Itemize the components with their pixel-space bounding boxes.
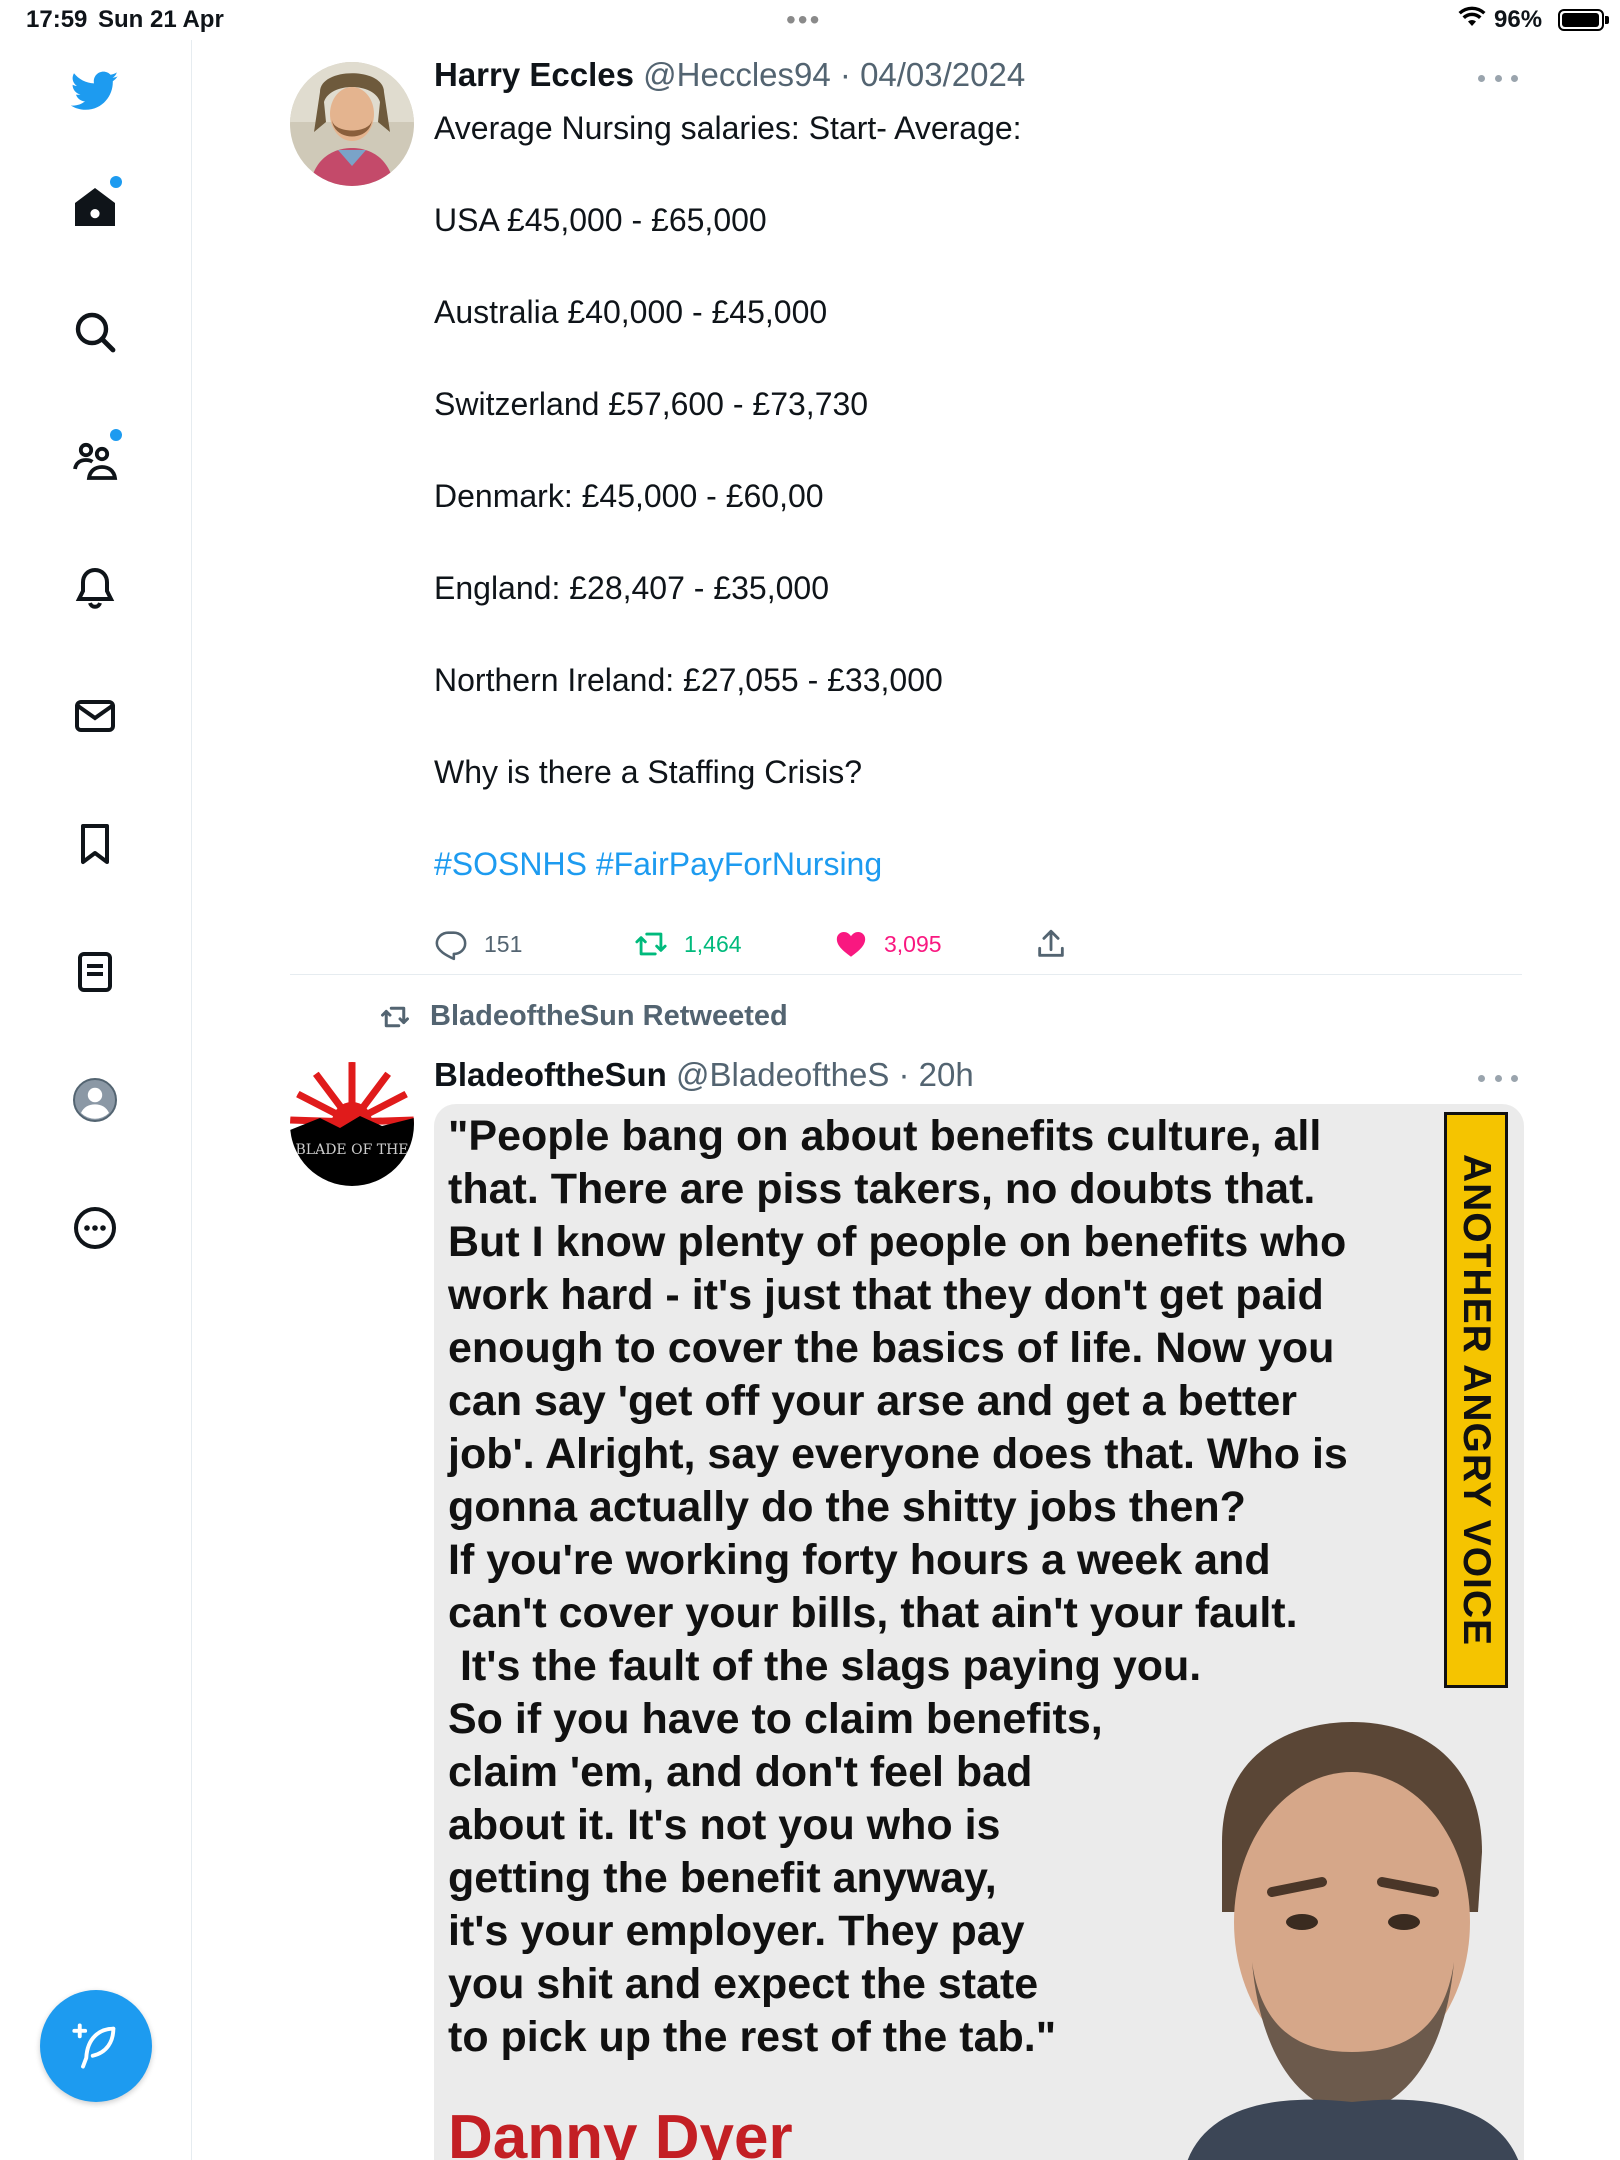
timeline: Harry Eccles @Heccles94 · 04/03/2024 Ave… — [192, 40, 1620, 2160]
home-notification-dot — [110, 176, 122, 188]
tweet-line: Denmark: £45,000 - £60,00 — [434, 478, 824, 514]
compose-tweet-button[interactable] — [40, 1990, 152, 2102]
status-time: 17:59 — [26, 6, 88, 33]
portrait-photo — [1187, 1722, 1519, 2160]
author-handle[interactable]: @Heccles94 — [643, 56, 831, 93]
status-bar: 17:59 Sun 21 Apr ••• 96% — [0, 0, 1620, 40]
avatar[interactable]: BLADE OF THE — [290, 1062, 414, 1186]
messages-icon[interactable] — [60, 681, 130, 751]
communities-notification-dot — [110, 429, 122, 441]
author-name[interactable]: Harry Eccles — [434, 56, 634, 93]
avatar[interactable] — [290, 62, 414, 186]
multitasking-dots-icon[interactable]: ••• — [786, 4, 821, 36]
tweet-line: Switzerland £57,600 - £73,730 — [434, 386, 869, 422]
battery-icon — [1558, 9, 1609, 31]
bookmarks-icon[interactable] — [60, 809, 130, 879]
tweet-image[interactable]: "People bang on about benefits culture, … — [434, 1104, 1524, 2160]
profile-icon[interactable] — [60, 1065, 130, 1135]
more-options-icon[interactable] — [1478, 1068, 1518, 1088]
tweet-line: England: £28,407 - £35,000 — [434, 570, 829, 606]
search-icon[interactable] — [60, 297, 130, 367]
author-name[interactable]: BladeoftheSun — [434, 1056, 667, 1093]
wifi-icon — [1458, 6, 1486, 35]
image-author-name: Danny Dyer — [448, 2103, 793, 2160]
more-options-icon[interactable] — [1478, 68, 1518, 88]
heart-icon — [836, 931, 866, 957]
share-icon — [1038, 929, 1064, 957]
reply-button[interactable]: 151 — [434, 924, 522, 964]
status-date: Sun 21 Apr — [98, 6, 224, 33]
tweet-text: Average Nursing salaries: Start- Average… — [434, 105, 1022, 933]
reply-icon — [435, 931, 467, 961]
like-count: 3,095 — [884, 930, 942, 957]
author-handle[interactable]: @BladeoftheS — [676, 1056, 889, 1093]
tweet-header: Harry Eccles @Heccles94 · 04/03/2024 — [434, 56, 1025, 94]
tweet-line: Northern Ireland: £27,055 - £33,000 — [434, 662, 943, 698]
retweeted-by-label: BladeoftheSun Retweeted — [430, 1000, 788, 1032]
sidebar — [0, 40, 192, 2160]
retweeted-by[interactable]: BladeoftheSun Retweeted — [376, 1000, 788, 1033]
retweet-button[interactable]: 1,464 — [634, 924, 742, 964]
tweet-line: Australia £40,000 - £45,000 — [434, 294, 828, 330]
lists-icon[interactable] — [60, 937, 130, 1007]
tweet-line: Average Nursing salaries: Start- Average… — [434, 110, 1022, 146]
tweet[interactable]: Harry Eccles @Heccles94 · 04/03/2024 Ave… — [290, 40, 1522, 1000]
hashtags-link[interactable]: #SOSNHS #FairPayForNursing — [434, 841, 1022, 887]
image-banner-text: ANOTHER ANGRY VOICE — [1455, 1153, 1499, 1647]
twitter-logo-icon[interactable] — [60, 56, 130, 126]
tweet-header: BladeoftheSun @BladeoftheS · 20h — [434, 1056, 974, 1094]
image-banner: ANOTHER ANGRY VOICE — [1444, 1112, 1508, 1688]
home-icon[interactable] — [60, 172, 130, 242]
reply-count: 151 — [484, 930, 523, 957]
tweet-actions: 151 1,464 3,095 — [434, 924, 1134, 964]
compose-icon — [72, 2023, 116, 2069]
tweet-line: USA £45,000 - £65,000 — [434, 202, 767, 238]
notifications-icon[interactable] — [60, 553, 130, 623]
tweet-line: Why is there a Staffing Crisis? — [434, 754, 863, 790]
communities-icon[interactable] — [60, 425, 130, 495]
tweet-time[interactable]: 20h — [919, 1056, 974, 1093]
separator-dot: · — [830, 56, 861, 93]
like-button[interactable]: 3,095 — [834, 924, 942, 964]
retweet-icon — [635, 932, 667, 956]
retweet-icon — [381, 1006, 409, 1027]
tweet-divider — [290, 974, 1522, 975]
separator-dot: · — [889, 1056, 919, 1093]
battery-percent: 96% — [1494, 6, 1543, 33]
retweet-count: 1,464 — [684, 930, 742, 957]
avatar-text: BLADE OF THE — [296, 1142, 409, 1158]
tweet-date[interactable]: 04/03/2024 — [860, 56, 1025, 93]
share-button[interactable] — [1034, 924, 1068, 964]
more-icon[interactable] — [60, 1193, 130, 1263]
